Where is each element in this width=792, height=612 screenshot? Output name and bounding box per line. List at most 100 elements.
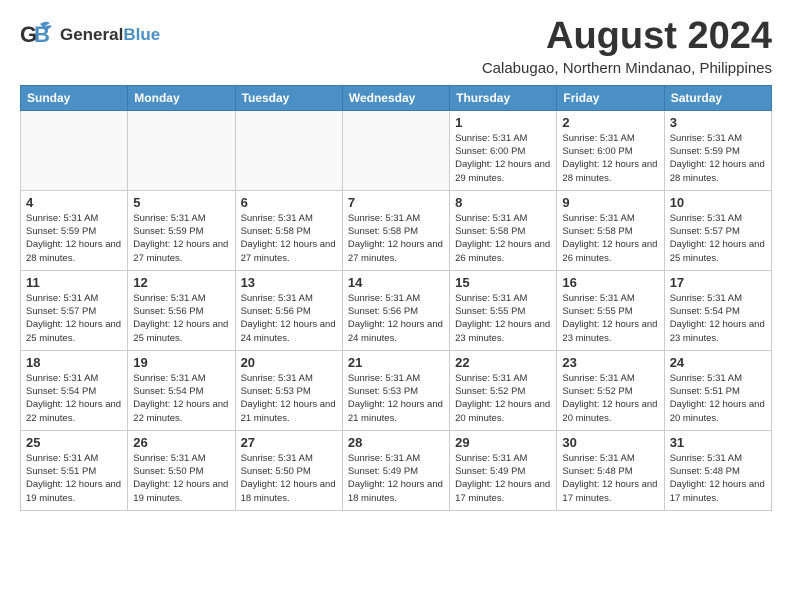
day-info: Sunrise: 5:31 AM Sunset: 5:48 PM Dayligh… <box>562 452 658 505</box>
day-number: 6 <box>241 195 337 210</box>
day-number: 23 <box>562 355 658 370</box>
day-number: 8 <box>455 195 551 210</box>
day-number: 25 <box>26 435 122 450</box>
day-number: 22 <box>455 355 551 370</box>
day-info: Sunrise: 5:31 AM Sunset: 5:57 PM Dayligh… <box>26 292 122 345</box>
day-info: Sunrise: 5:31 AM Sunset: 5:52 PM Dayligh… <box>455 372 551 425</box>
calendar-day-20: 20 Sunrise: 5:31 AM Sunset: 5:53 PM Dayli… <box>235 350 342 430</box>
calendar-day-18: 18 Sunrise: 5:31 AM Sunset: 5:54 PM Dayli… <box>21 350 128 430</box>
calendar-day-6: 6 Sunrise: 5:31 AM Sunset: 5:58 PM Daylig… <box>235 190 342 270</box>
day-info: Sunrise: 5:31 AM Sunset: 5:53 PM Dayligh… <box>348 372 444 425</box>
calendar-day-16: 16 Sunrise: 5:31 AM Sunset: 5:55 PM Dayli… <box>557 270 664 350</box>
day-number: 16 <box>562 275 658 290</box>
calendar-day-30: 30 Sunrise: 5:31 AM Sunset: 5:48 PM Dayli… <box>557 430 664 510</box>
day-header-tuesday: Tuesday <box>235 85 342 110</box>
day-number: 24 <box>670 355 766 370</box>
day-number: 15 <box>455 275 551 290</box>
day-info: Sunrise: 5:31 AM Sunset: 5:55 PM Dayligh… <box>562 292 658 345</box>
day-info: Sunrise: 5:31 AM Sunset: 5:54 PM Dayligh… <box>133 372 229 425</box>
calendar-day-empty <box>235 110 342 190</box>
day-info: Sunrise: 5:31 AM Sunset: 5:56 PM Dayligh… <box>348 292 444 345</box>
day-info: Sunrise: 5:31 AM Sunset: 5:50 PM Dayligh… <box>133 452 229 505</box>
day-info: Sunrise: 5:31 AM Sunset: 5:59 PM Dayligh… <box>670 132 766 185</box>
calendar-day-27: 27 Sunrise: 5:31 AM Sunset: 5:50 PM Dayli… <box>235 430 342 510</box>
calendar-day-empty <box>342 110 449 190</box>
day-info: Sunrise: 5:31 AM Sunset: 5:58 PM Dayligh… <box>241 212 337 265</box>
calendar-day-9: 9 Sunrise: 5:31 AM Sunset: 5:58 PM Daylig… <box>557 190 664 270</box>
calendar-day-12: 12 Sunrise: 5:31 AM Sunset: 5:56 PM Dayli… <box>128 270 235 350</box>
day-number: 18 <box>26 355 122 370</box>
calendar-day-7: 7 Sunrise: 5:31 AM Sunset: 5:58 PM Daylig… <box>342 190 449 270</box>
day-number: 21 <box>348 355 444 370</box>
day-info: Sunrise: 5:31 AM Sunset: 5:48 PM Dayligh… <box>670 452 766 505</box>
day-number: 1 <box>455 115 551 130</box>
calendar-table: SundayMondayTuesdayWednesdayThursdayFrid… <box>20 85 772 511</box>
calendar-day-5: 5 Sunrise: 5:31 AM Sunset: 5:59 PM Daylig… <box>128 190 235 270</box>
day-number: 26 <box>133 435 229 450</box>
calendar-day-22: 22 Sunrise: 5:31 AM Sunset: 5:52 PM Dayli… <box>450 350 557 430</box>
day-number: 5 <box>133 195 229 210</box>
calendar-week-row: 11Sunrise: 5:31 AM Sunset: 5:57 PM Dayli… <box>21 270 772 350</box>
calendar-day-10: 10 Sunrise: 5:31 AM Sunset: 5:57 PM Dayli… <box>664 190 771 270</box>
day-info: Sunrise: 5:31 AM Sunset: 6:00 PM Dayligh… <box>562 132 658 185</box>
day-number: 3 <box>670 115 766 130</box>
day-info: Sunrise: 5:31 AM Sunset: 5:50 PM Dayligh… <box>241 452 337 505</box>
title-block: August 2024 Calabugao, Northern Mindanao… <box>482 16 772 77</box>
day-info: Sunrise: 5:31 AM Sunset: 5:59 PM Dayligh… <box>26 212 122 265</box>
day-info: Sunrise: 5:31 AM Sunset: 5:56 PM Dayligh… <box>133 292 229 345</box>
calendar-day-24: 24Sunrise: 5:31 AM Sunset: 5:51 PM Dayli… <box>664 350 771 430</box>
day-info: Sunrise: 5:31 AM Sunset: 5:55 PM Dayligh… <box>455 292 551 345</box>
calendar-week-row: 4Sunrise: 5:31 AM Sunset: 5:59 PM Daylig… <box>21 190 772 270</box>
day-number: 14 <box>348 275 444 290</box>
calendar-day-8: 8 Sunrise: 5:31 AM Sunset: 5:58 PM Daylig… <box>450 190 557 270</box>
day-number: 9 <box>562 195 658 210</box>
logo-general: General <box>60 25 123 44</box>
day-number: 28 <box>348 435 444 450</box>
calendar-day-23: 23 Sunrise: 5:31 AM Sunset: 5:52 PM Dayli… <box>557 350 664 430</box>
day-number: 7 <box>348 195 444 210</box>
day-number: 2 <box>562 115 658 130</box>
calendar-day-2: 2 Sunrise: 5:31 AM Sunset: 6:00 PM Daylig… <box>557 110 664 190</box>
day-number: 12 <box>133 275 229 290</box>
calendar-week-row: 18 Sunrise: 5:31 AM Sunset: 5:54 PM Dayli… <box>21 350 772 430</box>
calendar-day-11: 11Sunrise: 5:31 AM Sunset: 5:57 PM Dayli… <box>21 270 128 350</box>
day-header-sunday: Sunday <box>21 85 128 110</box>
day-info: Sunrise: 5:31 AM Sunset: 5:58 PM Dayligh… <box>562 212 658 265</box>
day-header-thursday: Thursday <box>450 85 557 110</box>
day-info: Sunrise: 5:31 AM Sunset: 5:57 PM Dayligh… <box>670 212 766 265</box>
day-info: Sunrise: 5:31 AM Sunset: 5:59 PM Dayligh… <box>133 212 229 265</box>
calendar-day-17: 17Sunrise: 5:31 AM Sunset: 5:54 PM Dayli… <box>664 270 771 350</box>
day-info: Sunrise: 5:31 AM Sunset: 5:54 PM Dayligh… <box>26 372 122 425</box>
day-info: Sunrise: 5:31 AM Sunset: 6:00 PM Dayligh… <box>455 132 551 185</box>
calendar-day-28: 28 Sunrise: 5:31 AM Sunset: 5:49 PM Dayli… <box>342 430 449 510</box>
day-info: Sunrise: 5:31 AM Sunset: 5:58 PM Dayligh… <box>348 212 444 265</box>
calendar-day-3: 3 Sunrise: 5:31 AM Sunset: 5:59 PM Daylig… <box>664 110 771 190</box>
calendar-day-13: 13Sunrise: 5:31 AM Sunset: 5:56 PM Dayli… <box>235 270 342 350</box>
day-info: Sunrise: 5:31 AM Sunset: 5:49 PM Dayligh… <box>455 452 551 505</box>
page-header: G B GeneralBlue August 2024 Calabugao, N… <box>20 16 772 77</box>
calendar-header-row: SundayMondayTuesdayWednesdayThursdayFrid… <box>21 85 772 110</box>
logo-icon: G B <box>20 16 56 52</box>
day-number: 29 <box>455 435 551 450</box>
calendar-day-empty <box>128 110 235 190</box>
calendar-day-4: 4Sunrise: 5:31 AM Sunset: 5:59 PM Daylig… <box>21 190 128 270</box>
day-number: 27 <box>241 435 337 450</box>
day-header-saturday: Saturday <box>664 85 771 110</box>
day-number: 20 <box>241 355 337 370</box>
day-header-friday: Friday <box>557 85 664 110</box>
day-number: 30 <box>562 435 658 450</box>
day-info: Sunrise: 5:31 AM Sunset: 5:53 PM Dayligh… <box>241 372 337 425</box>
day-number: 17 <box>670 275 766 290</box>
calendar-day-25: 25 Sunrise: 5:31 AM Sunset: 5:51 PM Dayli… <box>21 430 128 510</box>
day-info: Sunrise: 5:31 AM Sunset: 5:49 PM Dayligh… <box>348 452 444 505</box>
calendar-day-21: 21 Sunrise: 5:31 AM Sunset: 5:53 PM Dayli… <box>342 350 449 430</box>
calendar-day-15: 15 Sunrise: 5:31 AM Sunset: 5:55 PM Dayli… <box>450 270 557 350</box>
day-info: Sunrise: 5:31 AM Sunset: 5:51 PM Dayligh… <box>26 452 122 505</box>
calendar-day-19: 19Sunrise: 5:31 AM Sunset: 5:54 PM Dayli… <box>128 350 235 430</box>
logo-blue: Blue <box>123 25 160 44</box>
calendar-day-26: 26 Sunrise: 5:31 AM Sunset: 5:50 PM Dayli… <box>128 430 235 510</box>
day-info: Sunrise: 5:31 AM Sunset: 5:52 PM Dayligh… <box>562 372 658 425</box>
day-info: Sunrise: 5:31 AM Sunset: 5:58 PM Dayligh… <box>455 212 551 265</box>
day-number: 10 <box>670 195 766 210</box>
location-subtitle: Calabugao, Northern Mindanao, Philippine… <box>482 60 772 77</box>
